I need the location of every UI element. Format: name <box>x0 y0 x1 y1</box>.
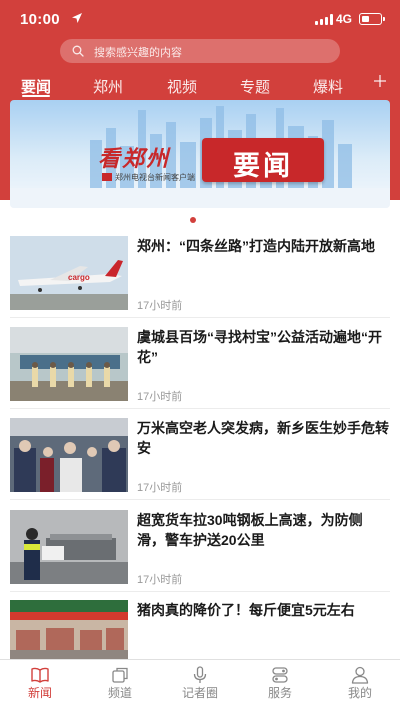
add-channel-icon[interactable] <box>372 73 388 89</box>
news-time: 17小时前 <box>137 574 183 586</box>
brand-logo-text: 看郑州 <box>98 146 171 172</box>
search-placeholder: 搜索感兴趣的内容 <box>94 47 182 59</box>
service-icon <box>272 667 288 683</box>
location-arrow-icon <box>72 13 82 23</box>
network-type: 4G <box>336 12 353 26</box>
status-bar: 10:00 4G <box>0 0 400 38</box>
tab-zhengzhou[interactable]: 郑州 <box>93 76 123 97</box>
channel-tabs: 要闻 郑州 视频 专题 爆料 <box>0 72 400 102</box>
news-item[interactable]: 万米高空老人突发病，新乡医生妙手危转安 17小时前 <box>10 418 390 496</box>
search-icon <box>72 45 84 57</box>
book-icon <box>31 667 49 683</box>
nav-label: 频道 <box>107 686 132 700</box>
battery-icon <box>359 13 385 25</box>
news-time: 17小时前 <box>137 391 183 403</box>
microphone-icon <box>193 666 207 683</box>
news-time: 17小时前 <box>137 482 183 494</box>
news-time: 17小时前 <box>137 300 183 312</box>
news-item[interactable]: 超宽货车拉30吨钢板上高速，为防侧滑，警车护送20公里 17小时前 <box>10 510 390 588</box>
tab-baoliao[interactable]: 爆料 <box>313 76 343 97</box>
signal-icon <box>315 14 333 25</box>
user-icon <box>351 666 369 684</box>
news-thumbnail <box>10 327 128 401</box>
status-time: 10:00 <box>20 11 60 28</box>
app-screen: 10:00 4G 搜索感兴趣的内容 要闻 郑州 视频 专题 爆料 看郑州 郑州电… <box>0 0 400 711</box>
divider <box>10 317 390 318</box>
nav-services[interactable]: 服务 <box>240 660 320 711</box>
tab-video[interactable]: 视频 <box>167 76 197 97</box>
news-title: 万米高空老人突发病，新乡医生妙手危转安 <box>137 420 389 456</box>
nav-label: 我的 <box>347 686 372 700</box>
nav-channels[interactable]: 频道 <box>80 660 160 711</box>
banner-title: 要闻 <box>233 151 293 181</box>
nav-me[interactable]: 我的 <box>320 660 400 711</box>
news-item[interactable]: 虞城县百场“寻找村宝”公益活动遍地“开花” 17小时前 <box>10 327 390 405</box>
bottom-navigation: 新闻 频道 记者圈 服务 我的 <box>0 659 400 711</box>
news-item[interactable]: cargo 郑州：“四条丝路”打造内陆开放新高地 17小时前 <box>10 236 390 314</box>
nav-label: 新闻 <box>27 686 52 700</box>
svg-text:cargo: cargo <box>68 273 90 282</box>
carousel-indicator-dot <box>190 217 196 223</box>
news-title: 虞城县百场“寻找村宝”公益活动遍地“开花” <box>137 329 382 365</box>
brand-subtitle: 郑州电视台新闻客户端 <box>102 172 195 183</box>
news-title: 郑州：“四条丝路”打造内陆开放新高地 <box>137 238 375 254</box>
divider <box>10 408 390 409</box>
banner-title-box: 要闻 <box>202 138 324 182</box>
nav-label: 服务 <box>267 686 292 700</box>
news-title: 猪肉真的降价了！每斤便宜5元左右 <box>137 602 355 618</box>
news-thumbnail <box>10 418 128 492</box>
nav-reporters[interactable]: 记者圈 <box>160 660 240 711</box>
channel-icon <box>112 667 128 683</box>
banner-carousel[interactable]: 看郑州 郑州电视台新闻客户端 要闻 <box>10 100 390 208</box>
news-title: 超宽货车拉30吨钢板上高速，为防侧滑，警车护送20公里 <box>137 512 363 548</box>
tab-yaowen[interactable]: 要闻 <box>21 76 51 97</box>
divider <box>10 591 390 592</box>
search-input[interactable]: 搜索感兴趣的内容 <box>60 39 340 63</box>
active-tab-indicator <box>22 95 50 97</box>
divider <box>10 499 390 500</box>
tab-topics[interactable]: 专题 <box>240 76 270 97</box>
nav-label: 记者圈 <box>181 686 218 700</box>
news-thumbnail <box>10 510 128 584</box>
nav-news[interactable]: 新闻 <box>0 660 80 711</box>
news-thumbnail: cargo <box>10 236 128 310</box>
city-skyline-illustration <box>10 106 390 208</box>
